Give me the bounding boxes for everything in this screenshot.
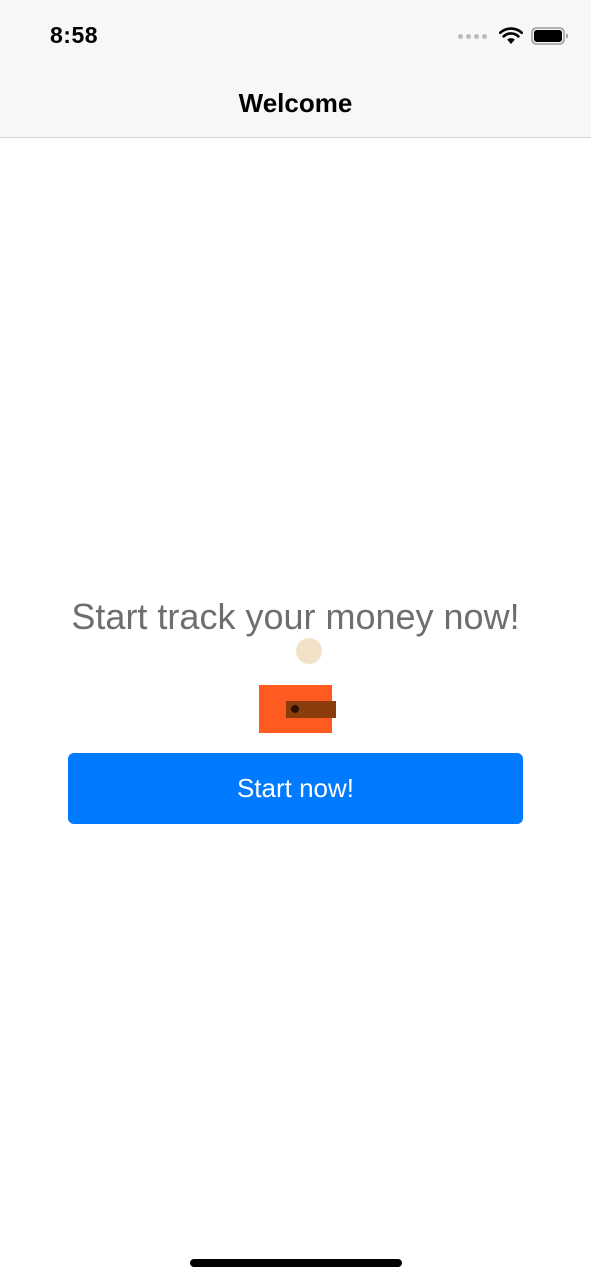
status-bar: 8:58 <box>0 0 591 74</box>
battery-icon <box>531 27 568 45</box>
status-time: 8:58 <box>50 22 99 48</box>
wallet-icon <box>259 638 336 733</box>
wallet-clasp <box>291 705 299 713</box>
page-title: Welcome <box>238 88 353 118</box>
welcome-headline: Start track your money now! <box>71 596 520 637</box>
start-now-button[interactable]: Start now! <box>68 753 523 824</box>
home-indicator[interactable] <box>190 1259 402 1267</box>
navigation-bar: Welcome <box>0 74 591 138</box>
wifi-icon <box>499 27 523 44</box>
status-icons <box>458 24 569 48</box>
coin-shape <box>296 638 322 664</box>
signal-dots-icon <box>458 33 487 39</box>
